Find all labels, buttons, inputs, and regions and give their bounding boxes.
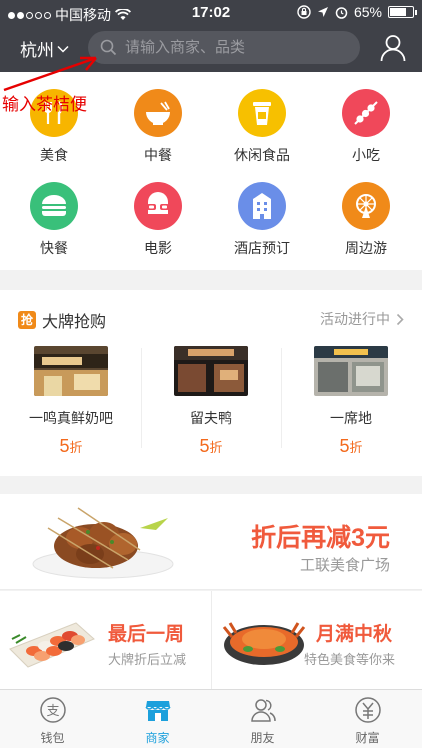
tab-wallet[interactable]: 支 钱包 [0, 696, 105, 746]
sale-status-link[interactable]: 活动进行中 [320, 309, 404, 329]
shop-card[interactable]: 一席地 5折 [281, 346, 421, 457]
annotation-arrow-icon [3, 56, 97, 92]
location-icon [317, 7, 328, 17]
skewer-dish-image [32, 507, 174, 579]
search-box[interactable] [88, 31, 360, 64]
deal-subtitle: 大牌折后立减 [108, 652, 187, 667]
shop-discount: 5折 [199, 436, 223, 456]
tab-label: 钱包 [40, 731, 65, 745]
promo-banner[interactable]: 折后再减3元 工联美食广场 [0, 494, 422, 590]
category-label: 酒店预订 [234, 240, 290, 256]
category-fastfood[interactable]: 快餐 [4, 182, 104, 258]
app-screen: 中国移动 17:02 65% 杭州 请输入商家、品类 输入茶桔便 美食 中餐 休… [0, 0, 422, 748]
category-label: 快餐 [40, 240, 68, 256]
category-label: 小吃 [352, 147, 380, 163]
status-bar: 中国移动 17:02 65% [0, 0, 422, 26]
category-label: 美食 [40, 147, 68, 163]
ferris-wheel-icon [342, 182, 390, 230]
category-snacks[interactable]: 小吃 [316, 89, 416, 165]
deals-row: 最后一周 大牌折后立减 月满中秋 特色美食等你来 [0, 591, 422, 689]
chevron-right-icon [396, 313, 404, 325]
store-icon [144, 701, 171, 721]
brand-sale-section: 抢 大牌抢购 活动进行中 一鸣真鲜奶吧 5折 留夫鸭 5折 一席地 5折 [0, 290, 422, 476]
deal-card[interactable]: 最后一周 大牌折后立减 [0, 591, 210, 689]
bottom-tab-bar: 支 钱包 商家 朋友 财富 [0, 689, 422, 748]
shop-card[interactable]: 一鸣真鲜奶吧 5折 [1, 346, 141, 457]
sale-status: 活动进行中 [320, 311, 390, 327]
category-movie[interactable]: 电影 [108, 182, 208, 258]
category-label: 休闲食品 [234, 147, 290, 163]
glasses-icon [134, 182, 182, 230]
shop-card[interactable]: 留夫鸭 5折 [141, 346, 281, 457]
search-input[interactable] [125, 39, 335, 56]
battery-icon [388, 6, 417, 18]
category-label: 周边游 [345, 240, 387, 256]
shop-name: 留夫鸭 [190, 410, 232, 426]
wallet-icon: 支 [39, 697, 66, 723]
category-hotel[interactable]: 酒店预订 [212, 182, 312, 258]
shop-photo [34, 346, 108, 396]
tab-friends[interactable]: 朋友 [210, 696, 315, 746]
shop-discount: 5折 [59, 436, 83, 456]
shop-name: 一席地 [330, 410, 372, 426]
friends-icon [250, 699, 276, 722]
shop-photo [174, 346, 248, 396]
promo-subtitle: 工联美食广场 [299, 557, 390, 574]
sushi-image [9, 622, 95, 668]
tab-label: 商家 [145, 731, 170, 745]
category-label: 电影 [144, 240, 172, 256]
category-chinese[interactable]: 中餐 [108, 89, 208, 165]
sale-badge-icon: 抢 [18, 311, 36, 329]
tab-label: 朋友 [250, 731, 275, 745]
crab-dish-image [222, 622, 306, 665]
shop-name: 一鸣真鲜奶吧 [29, 410, 113, 426]
deal-title: 最后一周 [108, 624, 185, 645]
shop-photo [314, 346, 388, 396]
alarm-icon [335, 6, 348, 19]
deal-subtitle: 特色美食等你来 [304, 652, 396, 667]
bowl-icon [134, 89, 182, 137]
annotation-text: 输入茶桔便 [2, 95, 87, 114]
building-icon [238, 182, 286, 230]
promo-title: 折后再减3元 [251, 524, 390, 552]
battery-percent: 65% [353, 4, 382, 20]
category-label: 中餐 [144, 147, 172, 163]
svg-text:支: 支 [46, 704, 59, 719]
deal-title: 月满中秋 [316, 624, 393, 645]
burger-icon [30, 182, 78, 230]
skewer-icon [342, 89, 390, 137]
rotation-lock-icon [297, 5, 311, 19]
cup-icon [238, 89, 286, 137]
shop-discount: 5折 [339, 436, 363, 456]
brand-sale-header: 抢 大牌抢购 [18, 308, 106, 332]
deal-card[interactable]: 月满中秋 特色美食等你来 [212, 591, 422, 689]
status-right: 65% [297, 4, 417, 20]
profile-icon[interactable] [380, 34, 406, 62]
wealth-icon [354, 697, 381, 723]
category-snackfood[interactable]: 休闲食品 [212, 89, 312, 165]
brand-sale-title: 大牌抢购 [42, 314, 107, 331]
tab-merchants[interactable]: 商家 [105, 696, 210, 746]
tab-wealth[interactable]: 财富 [315, 696, 420, 746]
tab-label: 财富 [355, 731, 380, 745]
category-nearby-travel[interactable]: 周边游 [316, 182, 416, 258]
